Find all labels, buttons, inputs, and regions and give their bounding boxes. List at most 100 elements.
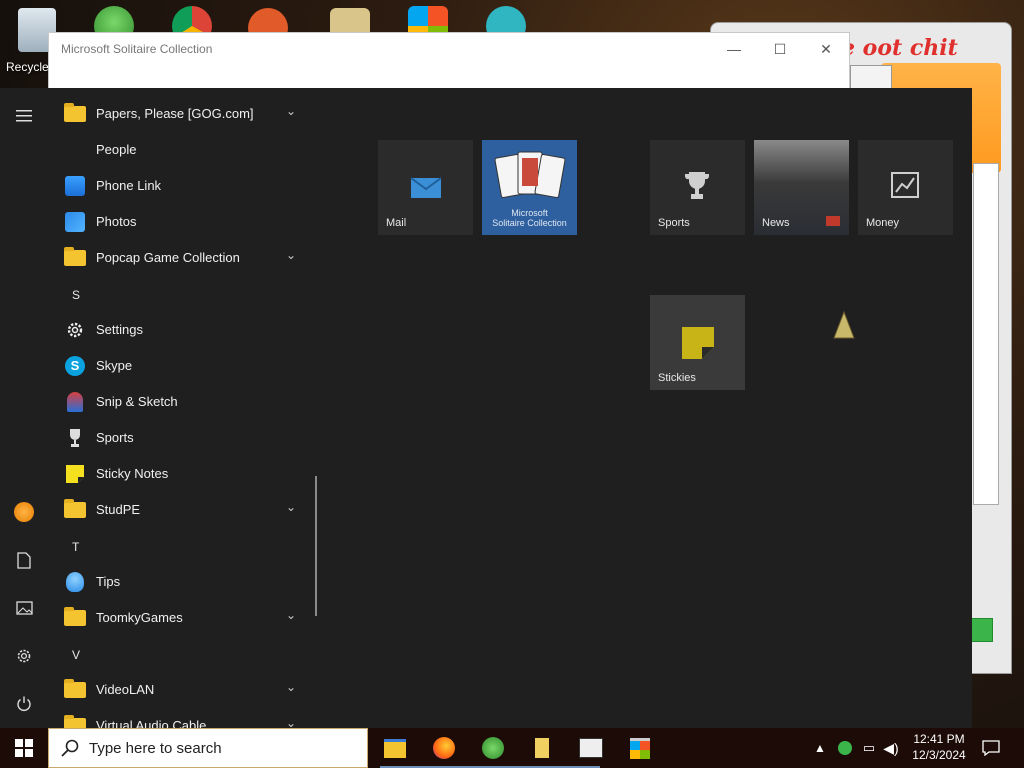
app-label: ToomkyGames xyxy=(96,610,183,625)
cursor-icon xyxy=(833,310,855,339)
trophy-icon xyxy=(64,427,86,449)
tile-money[interactable]: Money xyxy=(858,140,953,235)
tile-label: News xyxy=(762,217,790,229)
firefox-icon[interactable] xyxy=(430,734,458,762)
minimize-button[interactable]: — xyxy=(719,39,749,59)
app-list-item[interactable]: ToomkyGames ⌄ xyxy=(48,600,310,636)
folder-icon xyxy=(64,679,86,701)
chevron-down-icon[interactable]: ⌄ xyxy=(286,104,296,118)
solitaire-taskbar-icon[interactable] xyxy=(577,734,605,762)
section-letter[interactable]: S xyxy=(72,288,80,302)
hamburger-menu-icon[interactable] xyxy=(8,100,40,132)
chevron-up-icon[interactable]: ▲ xyxy=(810,734,830,762)
volume-icon[interactable]: ◀) xyxy=(880,734,902,762)
settings-gear-icon[interactable] xyxy=(8,640,40,672)
tips-icon xyxy=(64,571,86,593)
maximize-button[interactable]: ☐ xyxy=(765,39,795,59)
app-list-item[interactable]: StudPE ⌄ xyxy=(48,492,310,528)
background-window-list xyxy=(973,163,999,505)
app-label: Settings xyxy=(96,322,143,337)
app-list-item[interactable]: Snip & Sketch xyxy=(48,384,310,420)
user-avatar-icon[interactable] xyxy=(8,496,40,528)
app-list-item[interactable]: S Skype xyxy=(48,348,310,384)
section-letter[interactable]: V xyxy=(72,648,80,662)
app-list-item[interactable]: Sports xyxy=(48,420,310,456)
photos-icon xyxy=(64,211,86,233)
app-list-item[interactable]: People xyxy=(48,132,310,168)
tile-label: Stickies xyxy=(658,372,696,384)
tile-label: Money xyxy=(866,217,900,229)
app-list-item[interactable]: Papers, Please [GOG.com] ⌄ xyxy=(48,96,310,132)
tile-label-line1: Microsoft xyxy=(511,208,548,218)
start-menu: Papers, Please [GOG.com] ⌄ People Phone Lin… xyxy=(0,88,972,728)
snip-icon xyxy=(64,391,86,413)
chevron-down-icon[interactable]: ⌄ xyxy=(286,248,296,262)
notepad-icon[interactable] xyxy=(528,734,556,762)
tile-news[interactable]: News xyxy=(754,140,849,235)
power-icon[interactable] xyxy=(8,688,40,720)
tile-label-line2: Solitaire Collection xyxy=(492,218,567,228)
app-list-item[interactable]: Photos xyxy=(48,204,310,240)
news-badge xyxy=(826,216,840,226)
chevron-down-icon[interactable]: ⌄ xyxy=(286,680,296,694)
app-label: Papers, Please [GOG.com] xyxy=(96,106,254,121)
tile-label: Sports xyxy=(658,217,690,229)
chevron-down-icon[interactable]: ⌄ xyxy=(286,500,296,514)
people-icon[interactable] xyxy=(479,734,507,762)
tile-stickies[interactable]: Stickies xyxy=(650,295,745,390)
close-button[interactable]: ✕ xyxy=(811,39,841,59)
folder-icon xyxy=(64,715,86,728)
microsoft-store-icon[interactable] xyxy=(626,734,654,762)
tile-mail[interactable]: Mail xyxy=(378,140,473,235)
app-label: VideoLAN xyxy=(96,682,155,697)
notification-icon[interactable] xyxy=(978,734,1004,762)
app-list-item[interactable]: Virtual Audio Cable ⌄ xyxy=(48,708,310,728)
app-label: People xyxy=(96,142,137,157)
app-label: Snip & Sketch xyxy=(96,394,178,409)
app-list: Papers, Please [GOG.com] ⌄ People Phone Lin… xyxy=(48,88,318,728)
gear-icon xyxy=(64,319,86,341)
file-explorer-icon[interactable] xyxy=(381,734,409,762)
chevron-down-icon[interactable]: ⌄ xyxy=(286,716,296,728)
app-list-item[interactable]: Phone Link xyxy=(48,168,310,204)
app-label: Phone Link xyxy=(96,178,162,193)
window-title: Microsoft Solitaire Collection xyxy=(61,42,213,56)
app-label: StudPE xyxy=(96,502,141,517)
background-window-button[interactable] xyxy=(971,618,993,642)
app-list-item[interactable]: Settings xyxy=(48,312,310,348)
start-button[interactable] xyxy=(0,728,48,768)
chart-icon xyxy=(891,172,919,198)
app-list-item[interactable]: VideoLAN ⌄ xyxy=(48,672,310,708)
people-tray-icon[interactable] xyxy=(834,734,856,762)
app-label: Virtual Audio Cable xyxy=(96,718,207,728)
app-label: Popcap Game Collection xyxy=(96,250,240,265)
clock[interactable]: 12:41 PM 12/3/2024 xyxy=(904,731,974,763)
mail-icon xyxy=(410,177,442,198)
search-icon xyxy=(61,739,79,757)
search-box[interactable]: Type here to search xyxy=(48,728,368,768)
clock-time: 12:41 PM xyxy=(913,732,965,746)
app-label: Photos xyxy=(96,214,137,229)
tile-sports[interactable]: Sports xyxy=(650,140,745,235)
app-label: Skype xyxy=(96,358,133,373)
taskbar: Type here to search ▲ ▭ ◀) 12:41 PM 12/3… xyxy=(0,728,1024,768)
phone-link-icon xyxy=(64,175,86,197)
folder-icon xyxy=(64,499,86,521)
solitaire-window[interactable]: Microsoft Solitaire Collection — ☐ ✕ xyxy=(48,32,850,94)
documents-icon[interactable] xyxy=(8,544,40,576)
network-icon[interactable]: ▭ xyxy=(858,734,880,762)
background-window-heading: e oot chit xyxy=(841,35,958,61)
trophy-icon xyxy=(684,172,710,199)
search-placeholder: Type here to search xyxy=(89,740,222,757)
folder-icon xyxy=(64,247,86,269)
app-list-scrollbar[interactable] xyxy=(315,476,317,616)
section-letter[interactable]: T xyxy=(72,540,79,554)
sticky-notes-icon xyxy=(64,463,86,485)
pictures-icon[interactable] xyxy=(8,592,40,624)
app-list-item[interactable]: Tips xyxy=(48,564,310,600)
app-list-item[interactable]: Sticky Notes xyxy=(48,456,310,492)
chevron-down-icon[interactable]: ⌄ xyxy=(286,608,296,622)
clock-date: 12/3/2024 xyxy=(912,748,966,762)
tile-solitaire[interactable]: Microsoft Solitaire Collection xyxy=(482,140,577,235)
app-list-item[interactable]: Popcap Game Collection ⌄ xyxy=(48,240,310,276)
